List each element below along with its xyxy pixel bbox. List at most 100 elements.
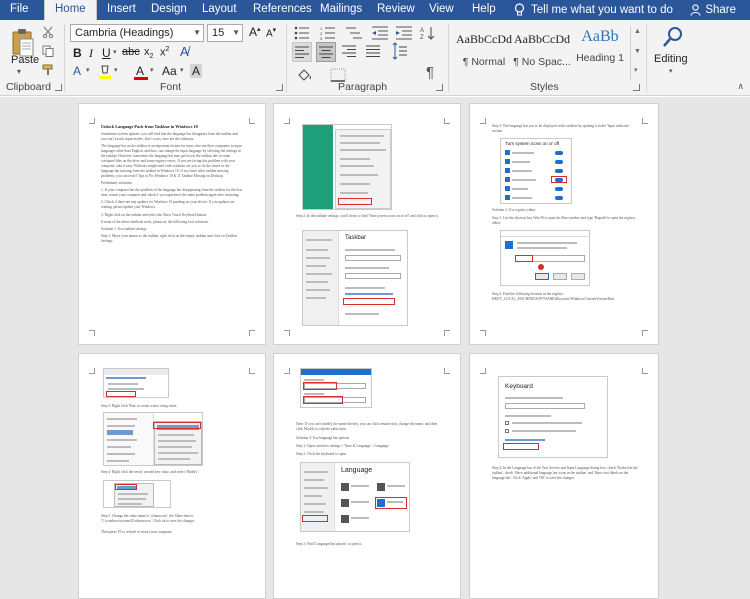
style-normal[interactable]: AaBbCcDd ¶ Normal	[454, 26, 514, 80]
scroll-down-icon[interactable]: ▼	[634, 48, 641, 55]
editing-button[interactable]: Editing ▾	[654, 24, 690, 80]
style-no-spacing[interactable]: AaBbCcDd ¶ No Spac...	[512, 26, 572, 80]
font-name-value: Cambria (Headings)	[75, 27, 174, 39]
tab-insert[interactable]: Insert	[105, 0, 138, 20]
borders-button[interactable]	[330, 68, 346, 82]
highlight-dropdown-icon[interactable]: ▾	[114, 66, 118, 74]
font-size-combo[interactable]: 15 ▼	[207, 24, 243, 42]
numbering-button[interactable]: 123	[320, 26, 336, 41]
margin-mark	[444, 368, 450, 374]
screenshot-edit-string	[300, 368, 372, 408]
sort-button[interactable]: AZ	[420, 26, 436, 41]
chevron-down-icon: ▼	[193, 28, 201, 37]
page-4[interactable]: Step 3: Right click 'Run' to create a ne…	[78, 353, 266, 599]
underline-dropdown-icon[interactable]: ▾	[113, 48, 117, 56]
align-center-button[interactable]	[316, 42, 336, 62]
shading-button[interactable]	[296, 68, 312, 82]
margin-mark	[284, 330, 290, 336]
subscript-icon[interactable]: x2	[144, 46, 153, 60]
superscript-icon[interactable]: x2	[160, 46, 169, 59]
styles-gallery-scroll[interactable]: ▲ ▼ ▾	[630, 26, 642, 80]
cut-button[interactable]	[40, 24, 56, 40]
decrease-indent-button[interactable]	[372, 26, 388, 40]
copy-button[interactable]	[40, 43, 56, 59]
tab-references[interactable]: References	[251, 0, 314, 20]
share-button[interactable]: Share	[690, 0, 736, 20]
change-case-dropdown-icon[interactable]: ▾	[180, 66, 184, 74]
font-color-button[interactable]: A	[134, 64, 148, 80]
page-1-para: 2. Check if there are any updates for Wi…	[101, 200, 235, 210]
margin-mark	[89, 118, 95, 124]
underline-icon[interactable]: U	[102, 46, 111, 60]
chevron-down-icon: ▼	[232, 28, 240, 37]
page-5[interactable]: Note: If you can't modify the name direc…	[273, 353, 461, 599]
page-5-caption: Step 2: Click the keyboard to open.	[296, 452, 347, 456]
page-1-para: 1. If your computer has the problem of t…	[101, 188, 243, 198]
tab-mailings[interactable]: Mailings	[318, 0, 364, 20]
justify-button[interactable]	[364, 42, 384, 62]
styles-launcher-icon[interactable]	[633, 84, 640, 91]
align-left-button[interactable]	[292, 42, 312, 62]
highlight-color-button[interactable]	[98, 64, 112, 80]
bullets-button[interactable]	[294, 26, 310, 40]
tell-me-search[interactable]: Tell me what you want to do	[514, 0, 673, 20]
page-6[interactable]: Keyboard Step 4: In the Language bar of …	[469, 353, 659, 599]
context-menu	[335, 129, 391, 209]
page-2[interactable]: Step 2: In the taskbar settings, scroll …	[273, 103, 461, 345]
clipboard-launcher-icon[interactable]	[55, 84, 62, 91]
lightbulb-icon	[514, 3, 525, 16]
style-heading-1[interactable]: AaBb Heading 1	[570, 26, 630, 80]
text-effects-dropdown-icon[interactable]: ▾	[86, 66, 90, 74]
multilevel-list-button[interactable]	[346, 26, 362, 40]
change-case-icon[interactable]: Aa	[162, 64, 177, 78]
margin-mark	[642, 330, 648, 336]
screenshot-taskbar-settings: Taskbar	[302, 230, 408, 326]
page-3[interactable]: Step 3: The language bar you to be displ…	[469, 103, 659, 345]
page-1[interactable]: Unlock Language Pack from Taskbar in Win…	[78, 103, 266, 345]
tab-review[interactable]: Review	[375, 0, 417, 20]
show-marks-icon[interactable]: ¶	[426, 64, 434, 81]
font-launcher-icon[interactable]	[276, 84, 283, 91]
grow-font-icon[interactable]: A▴	[249, 25, 261, 39]
page-5-caption: Note: If you can't modify the name direc…	[296, 422, 438, 431]
page-4-caption: Step 4: Right click the newly created ke…	[101, 470, 199, 474]
line-spacing-button[interactable]	[390, 42, 410, 62]
ribbon: Paste ▾ Clipboard Cambria (Headings) ▼ 1…	[0, 20, 750, 96]
tab-help[interactable]: Help	[470, 0, 498, 20]
page-1-text: Unlock Language Pack from Taskbar in Win…	[101, 124, 243, 246]
margin-mark	[284, 368, 290, 374]
strikethrough-icon[interactable]: abc	[122, 46, 140, 58]
page-5-caption: Step 1: Open windows settings > Time & L…	[296, 444, 389, 448]
tab-file[interactable]: File	[8, 0, 31, 20]
format-painter-button[interactable]	[40, 62, 56, 78]
font-color-dropdown-icon[interactable]: ▾	[150, 66, 154, 74]
highlight-box	[338, 198, 372, 205]
collapse-ribbon-icon[interactable]: ∧	[737, 81, 744, 92]
bold-icon[interactable]: B	[73, 46, 82, 60]
magnifier-icon	[663, 27, 682, 47]
clear-formatting-icon[interactable]: A̸	[180, 44, 189, 59]
align-right-icon	[342, 45, 356, 57]
paste-dropdown-icon[interactable]: ▾	[17, 67, 21, 76]
character-shading-icon[interactable]: A	[190, 64, 203, 78]
font-size-value: 15	[212, 27, 225, 39]
margin-mark	[444, 330, 450, 336]
tab-view[interactable]: View	[427, 0, 456, 20]
font-name-combo[interactable]: Cambria (Headings) ▼	[70, 24, 204, 42]
margin-mark	[444, 118, 450, 124]
increase-indent-button[interactable]	[396, 26, 412, 40]
margin-mark	[89, 368, 95, 374]
tab-design[interactable]: Design	[149, 0, 189, 20]
italic-icon[interactable]: I	[89, 46, 93, 61]
system-icons-heading: Turn system icons on or off	[505, 141, 560, 146]
margin-mark	[480, 118, 486, 124]
more-styles-icon[interactable]: ▾	[634, 66, 638, 74]
align-right-button[interactable]	[340, 42, 360, 62]
document-area[interactable]: Unlock Language Pack from Taskbar in Win…	[0, 97, 750, 599]
tab-home[interactable]: Home	[44, 0, 97, 20]
paragraph-launcher-icon[interactable]	[436, 84, 443, 91]
tab-layout[interactable]: Layout	[200, 0, 239, 20]
shrink-font-icon[interactable]: A▾	[266, 26, 276, 39]
text-effects-icon[interactable]: A	[73, 64, 81, 78]
scroll-up-icon[interactable]: ▲	[634, 28, 641, 35]
